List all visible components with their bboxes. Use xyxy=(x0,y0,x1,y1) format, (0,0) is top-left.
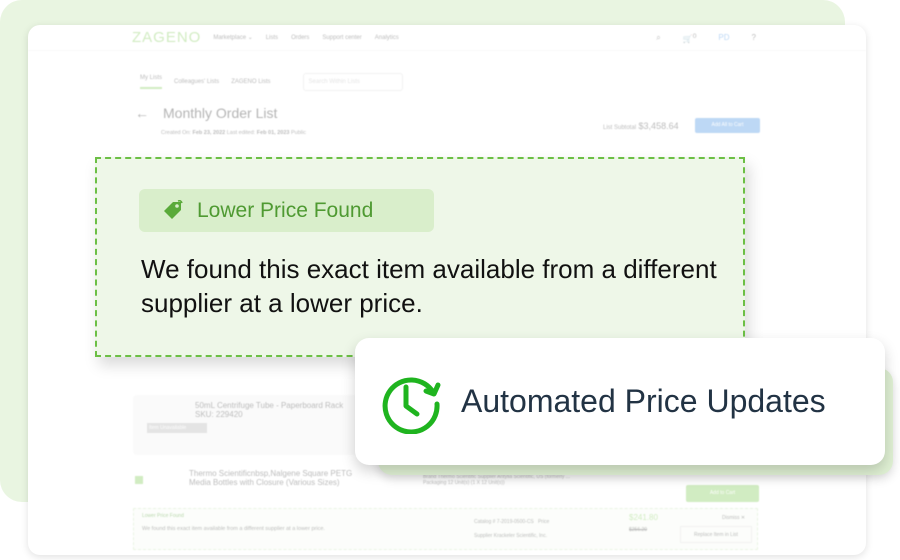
nav-support[interactable]: Support center xyxy=(322,35,361,41)
callout-badge: Lower Price Found xyxy=(139,189,434,232)
cart-icon[interactable]: 🛒0 xyxy=(683,33,697,44)
edited-label: Last edited: xyxy=(226,130,256,136)
callout-message: We found this exact item available from … xyxy=(141,254,717,318)
created-label: Created On: xyxy=(161,130,191,136)
top-nav: ZAGENO Marketplace ⌄ Lists Orders Suppor… xyxy=(28,25,866,51)
dismiss-button[interactable]: Dismiss ✕ xyxy=(722,515,745,521)
subtotal-value: $3,458.64 xyxy=(638,121,679,131)
replace-item-button[interactable]: Replace Item in List xyxy=(680,526,752,543)
feature-label: Automated Price Updates xyxy=(461,383,826,419)
item-name[interactable]: Thermo Scientificnbsp,Nalgene Square PET… xyxy=(189,469,369,487)
callout-badge-label: Lower Price Found xyxy=(197,198,374,222)
packaging-label: Packaging xyxy=(423,480,447,486)
nav-marketplace[interactable]: Marketplace ⌄ xyxy=(213,34,252,41)
logo: ZAGENO xyxy=(132,29,202,46)
tab-my-lists[interactable]: My Lists xyxy=(140,75,163,89)
old-price: $256.20 xyxy=(629,527,648,533)
back-arrow-icon[interactable]: ← xyxy=(135,105,149,121)
lower-price-message: We found this exact item available from … xyxy=(142,526,325,532)
price-tag-icon xyxy=(164,199,183,219)
unavailable-badge: Item Unavailable xyxy=(147,423,207,433)
edited-date: Feb 01, 2023 xyxy=(256,130,290,136)
tab-colleagues-lists[interactable]: Colleagues' Lists xyxy=(174,79,219,85)
cart-count: 0 xyxy=(692,33,697,40)
lower-price-panel: Lower Price Found We found this exact it… xyxy=(133,508,758,550)
item-checkbox[interactable] xyxy=(135,476,143,484)
tab-zageno-lists[interactable]: ZAGENO Lists xyxy=(231,79,270,85)
clock-refresh-icon xyxy=(382,376,441,434)
supplier-label: Supplier xyxy=(474,533,493,539)
add-all-to-cart-button[interactable]: Add All to Cart xyxy=(695,118,760,133)
add-to-cart-button[interactable]: Add to Cart xyxy=(686,485,759,502)
catalog-label: Catalog # xyxy=(474,519,496,525)
supplier: Krackeler Scientific, Inc. xyxy=(493,533,548,539)
packaging: 12 Unit(s) (1 X 12 Unit(s)) xyxy=(447,480,505,486)
nav-orders[interactable]: Orders xyxy=(291,35,309,41)
visibility: Public xyxy=(290,130,306,136)
created-date: Feb 23, 2022 xyxy=(192,130,226,136)
catalog: 7-2019-0500-CS xyxy=(496,519,534,525)
subtotal-label: List Subtotal xyxy=(603,125,637,131)
nav-lists[interactable]: Lists xyxy=(266,35,278,41)
nav-analytics[interactable]: Analytics xyxy=(375,35,399,41)
search-icon[interactable]: ⌕ xyxy=(656,33,660,44)
page-title: Monthly Order List xyxy=(163,105,278,121)
new-price: $241.80 xyxy=(629,513,658,522)
item-name[interactable]: 50mL Centrifuge Tube - Paperboard Rack xyxy=(195,401,343,410)
lower-price-callout: Lower Price Found We found this exact it… xyxy=(95,157,745,357)
search-input[interactable]: Search Within Lists xyxy=(302,73,403,91)
avatar[interactable]: PD xyxy=(718,33,729,44)
lower-price-badge: Lower Price Found xyxy=(142,513,184,519)
dismiss-label: Dismiss xyxy=(722,515,740,521)
item-sku: SKU: 229420 xyxy=(195,410,243,419)
price-label: Price xyxy=(537,519,550,525)
help-icon[interactable]: ? xyxy=(752,33,756,44)
feature-card: Automated Price Updates xyxy=(355,338,885,465)
list-meta: Created On: Feb 23, 2022 Last edited: Fe… xyxy=(161,130,306,136)
